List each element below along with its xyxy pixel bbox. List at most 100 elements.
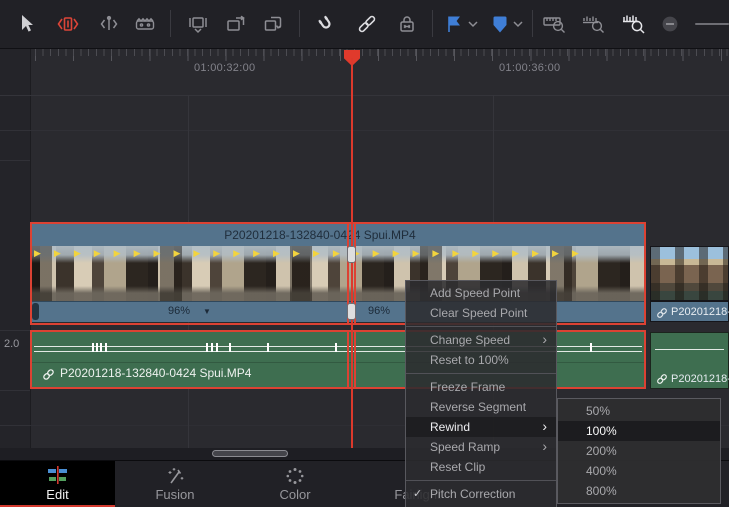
selection-border xyxy=(30,222,32,325)
context-menu-item[interactable]: Reset Clip xyxy=(406,457,556,477)
tab-color[interactable]: Color xyxy=(235,461,355,507)
track-divider xyxy=(0,425,30,426)
overwrite-clip-icon[interactable] xyxy=(224,12,248,36)
waveform-blip xyxy=(211,343,213,352)
toolbar-separator xyxy=(532,10,533,37)
selection-border xyxy=(644,222,646,325)
zoom-out-icon[interactable] xyxy=(661,15,679,39)
insert-clip-icon[interactable] xyxy=(186,12,210,36)
waveform-blip xyxy=(216,343,218,352)
submenu-item[interactable]: 100% xyxy=(558,421,720,441)
speed-percentage-left[interactable]: 96% xyxy=(168,305,190,317)
track-header-column xyxy=(0,48,31,448)
timeline-zoom-full-icon[interactable] xyxy=(541,12,569,36)
link-icon xyxy=(656,307,668,319)
submenu-arrow-icon: › xyxy=(542,329,547,349)
submenu-item[interactable]: 200% xyxy=(558,441,720,461)
flag-icon[interactable] xyxy=(442,12,466,36)
trim-edit-mode-icon[interactable] xyxy=(56,12,80,36)
davinci-resolve-edit-page: 01:00:32:00 01:00:36:00 P20201218-132840… xyxy=(0,0,729,507)
speed-point-handle[interactable] xyxy=(347,303,356,320)
waveform-blip xyxy=(229,343,231,352)
retime-left-handle[interactable] xyxy=(32,303,39,320)
waveform-blip xyxy=(100,343,102,352)
next-video-clip-thumbnail[interactable] xyxy=(650,246,729,301)
segment-split-border xyxy=(347,330,349,389)
next-audio-clip[interactable]: P20201218- xyxy=(650,332,729,389)
edit-page-icon xyxy=(46,466,70,486)
lane-divider xyxy=(30,130,729,131)
ruler-bottom-line xyxy=(0,95,729,96)
audio-track-channels-label: 2.0 xyxy=(4,338,19,350)
flag-dropdown-icon[interactable] xyxy=(467,19,479,29)
marker-icon[interactable] xyxy=(488,12,512,36)
speed-context-menu: Add Speed Point Clear Speed Point Change… xyxy=(405,280,557,507)
linked-selection-icon[interactable] xyxy=(355,12,379,36)
toolbar-separator xyxy=(170,10,171,37)
rewind-speed-submenu: 50% 100% 200% 400% 800% xyxy=(557,398,721,504)
selection-border xyxy=(30,330,32,389)
context-menu-item[interactable]: Freeze Frame xyxy=(406,377,556,397)
toolbar-separator xyxy=(432,10,433,37)
menu-separator xyxy=(406,370,556,377)
timecode-label: 01:00:36:00 xyxy=(499,62,560,74)
track-divider xyxy=(0,130,30,131)
timeline-ruler-ticks xyxy=(30,48,729,56)
waveform-blip xyxy=(105,343,107,352)
context-menu-item[interactable]: Add Speed Point xyxy=(406,283,556,303)
link-icon xyxy=(42,368,55,381)
timeline-zoom-detail-icon[interactable] xyxy=(580,12,608,36)
tab-edit-label: Edit xyxy=(0,487,115,502)
context-menu-item[interactable]: Reverse Segment xyxy=(406,397,556,417)
track-divider xyxy=(0,160,30,161)
toolbar-separator xyxy=(299,10,300,37)
marker-dropdown-icon[interactable] xyxy=(512,19,524,29)
next-video-clip-name: P20201218- xyxy=(671,306,729,318)
submenu-item[interactable]: 800% xyxy=(558,481,720,501)
replace-clip-icon[interactable] xyxy=(261,12,285,36)
check-icon: ✓ xyxy=(413,484,427,504)
submenu-arrow-icon: › xyxy=(542,436,547,456)
tab-fusion-label: Fusion xyxy=(115,487,235,502)
context-menu-item[interactable]: Change Speed › xyxy=(406,330,556,350)
tab-fusion[interactable]: Fusion xyxy=(115,461,235,507)
dynamic-trim-mode-icon[interactable] xyxy=(97,12,121,36)
razor-tool-icon[interactable] xyxy=(133,12,157,36)
context-menu-item[interactable]: Reset to 100% xyxy=(406,350,556,370)
selection-border xyxy=(644,330,646,389)
context-menu-item[interactable]: Speed Ramp › xyxy=(406,437,556,457)
timeline-zoom-custom-icon[interactable] xyxy=(620,12,648,36)
speed-dropdown-caret-icon[interactable]: ▼ xyxy=(203,307,211,316)
track-divider xyxy=(0,390,30,391)
next-video-clip-name-bar[interactable]: P20201218- xyxy=(650,301,729,322)
selection-border xyxy=(30,222,646,224)
context-menu-item[interactable]: Rewind › xyxy=(406,417,556,437)
snapping-magnet-icon[interactable] xyxy=(314,12,338,36)
speed-percentage-right[interactable]: 96% xyxy=(368,305,390,317)
context-menu-item[interactable]: ✓ Pitch Correction xyxy=(406,484,556,504)
tab-color-label: Color xyxy=(235,487,355,502)
waveform-blip xyxy=(206,343,208,352)
video-clip-title-bar[interactable]: P20201218-132840-0424 Spui.MP4 xyxy=(30,224,646,246)
submenu-arrow-icon: › xyxy=(542,416,547,436)
submenu-item[interactable]: 400% xyxy=(558,461,720,481)
pointer-tool-icon[interactable] xyxy=(14,12,38,36)
zoom-slider[interactable] xyxy=(695,23,729,25)
waveform-blip xyxy=(96,343,98,352)
tab-edit[interactable]: Edit xyxy=(0,461,115,507)
waveform-line xyxy=(655,349,724,350)
menu-separator xyxy=(406,323,556,330)
speed-point-handle[interactable] xyxy=(347,246,356,263)
color-page-icon xyxy=(283,466,307,486)
track-divider xyxy=(0,330,30,331)
context-menu-item[interactable]: Clear Speed Point xyxy=(406,303,556,323)
timecode-label: 01:00:32:00 xyxy=(194,62,255,74)
segment-split-border xyxy=(354,330,356,389)
waveform-blip xyxy=(267,343,269,352)
position-lock-icon[interactable] xyxy=(395,12,419,36)
menu-separator xyxy=(406,477,556,484)
submenu-item[interactable]: 50% xyxy=(558,401,720,421)
waveform-blip xyxy=(590,343,592,352)
timeline-toolbar xyxy=(0,0,729,49)
horizontal-scrollbar-handle[interactable] xyxy=(212,450,288,457)
